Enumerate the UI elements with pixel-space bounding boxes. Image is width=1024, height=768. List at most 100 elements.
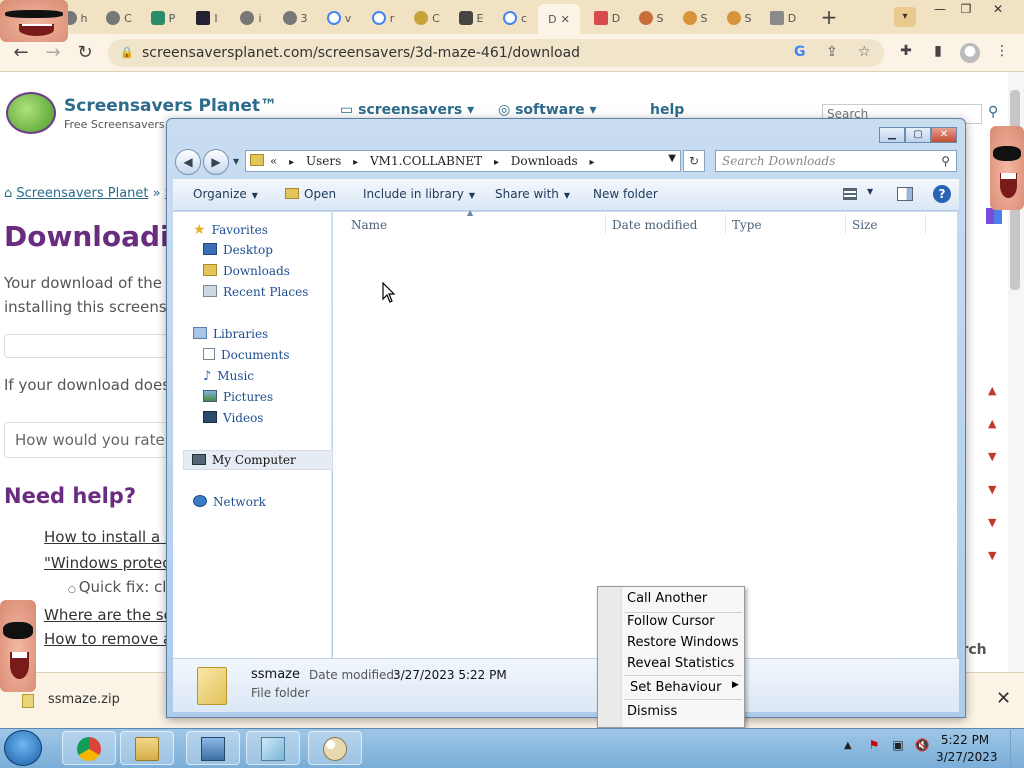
browser-tab-active[interactable]: D ✕ xyxy=(538,4,580,34)
forward-icon[interactable]: ▶ xyxy=(203,149,229,175)
forward-icon[interactable]: → xyxy=(40,41,66,65)
close-tab-icon[interactable]: ✕ xyxy=(561,13,570,26)
browser-tab[interactable]: P xyxy=(144,6,182,30)
nav-help[interactable]: help xyxy=(650,102,684,118)
browser-tab[interactable]: E xyxy=(452,6,490,30)
clock-time[interactable]: 5:22 PM xyxy=(936,733,994,747)
show-desktop-button[interactable] xyxy=(1010,728,1024,768)
profile-icon[interactable]: ● xyxy=(960,43,980,63)
nav-recent-places[interactable]: Recent Places xyxy=(203,285,308,299)
bookmark-star-icon[interactable]: ☆ xyxy=(858,44,871,60)
include-in-library-button[interactable]: Include in library ▼ xyxy=(363,187,475,201)
browser-tab[interactable]: D xyxy=(764,6,802,30)
breadcrumb-item[interactable]: VM1.COLLABNET xyxy=(370,154,482,168)
column-divider[interactable] xyxy=(725,214,726,234)
new-tab-button[interactable]: + xyxy=(818,6,840,28)
minimize-icon[interactable]: ▁ xyxy=(879,127,905,143)
column-divider[interactable] xyxy=(925,214,926,234)
help-link[interactable]: Where are the sc xyxy=(44,606,172,624)
site-brand-name[interactable]: Screensavers Planet™ xyxy=(64,96,277,116)
arrow-down-icon[interactable]: ▼ xyxy=(988,450,996,463)
chevron-down-icon[interactable]: ▼ xyxy=(867,187,873,196)
refresh-icon[interactable]: ↻ xyxy=(683,150,705,172)
action-center-icon[interactable]: ⚑ xyxy=(866,738,882,754)
breadcrumb-home-link[interactable]: Screensavers Planet xyxy=(16,186,148,201)
chevron-right-icon[interactable]: ▸ xyxy=(353,157,358,168)
nav-pictures[interactable]: Pictures xyxy=(203,390,273,404)
maximize-icon[interactable]: ▢ xyxy=(905,127,931,143)
show-hidden-icons-icon[interactable]: ▲ xyxy=(844,740,852,751)
browser-tab[interactable]: r xyxy=(364,6,402,30)
arrow-down-icon[interactable]: ▼ xyxy=(988,516,996,529)
nav-network[interactable]: Network xyxy=(193,495,266,509)
mascot-face[interactable] xyxy=(990,126,1024,210)
side-panel-icon[interactable]: ▮ xyxy=(928,43,948,63)
mascot-face[interactable] xyxy=(0,0,68,42)
breadcrumb-item[interactable]: Downloads xyxy=(511,154,578,168)
close-shelf-icon[interactable]: ✕ xyxy=(996,688,1011,709)
search-input[interactable]: Search Downloads ⚲ xyxy=(715,150,957,172)
restore-icon[interactable]: ❐ xyxy=(954,2,978,16)
back-icon[interactable]: ← xyxy=(8,41,34,65)
menu-item-set-behaviour[interactable]: Set Behaviour xyxy=(630,680,721,695)
preview-pane-icon[interactable] xyxy=(897,187,913,201)
taskbar-notepad[interactable] xyxy=(246,731,300,765)
column-divider[interactable] xyxy=(605,214,606,234)
browser-tab[interactable]: S xyxy=(632,6,670,30)
download-item[interactable]: ssmaze.zip xyxy=(48,692,120,707)
chevron-down-icon[interactable]: ▼ xyxy=(233,157,239,166)
open-button[interactable]: Open xyxy=(285,187,336,201)
search-icon[interactable]: ⚲ xyxy=(988,104,998,120)
reload-icon[interactable]: ↻ xyxy=(72,41,98,65)
arrow-up-icon[interactable]: ▲ xyxy=(988,417,996,430)
browser-tab[interactable]: S xyxy=(720,6,758,30)
network-tray-icon[interactable]: ▣ xyxy=(890,738,906,754)
address-bar[interactable]: 🔒 screensaversplanet.com/screensavers/3d… xyxy=(108,39,884,67)
organize-button[interactable]: Organize ▼ xyxy=(193,187,258,201)
browser-tab[interactable]: i xyxy=(232,6,270,30)
taskbar-control-panel[interactable] xyxy=(186,731,240,765)
view-options-icon[interactable] xyxy=(843,188,857,200)
share-icon[interactable]: ⇪ xyxy=(826,44,838,60)
nav-software[interactable]: ◎ software ▾ xyxy=(498,102,597,118)
menu-item-dismiss[interactable]: Dismiss xyxy=(627,704,677,719)
chevron-down-icon[interactable]: ▼ xyxy=(668,153,676,164)
help-icon[interactable]: ? xyxy=(933,185,951,203)
new-folder-button[interactable]: New folder xyxy=(593,187,658,201)
close-icon[interactable]: ✕ xyxy=(986,2,1010,16)
column-header-name[interactable]: Name xyxy=(351,218,387,232)
nav-music[interactable]: ♪ Music xyxy=(203,369,254,384)
nav-downloads[interactable]: Downloads xyxy=(203,264,290,278)
volume-muted-icon[interactable]: 🔇 xyxy=(914,738,930,754)
breadcrumb-item[interactable]: Users xyxy=(306,154,341,168)
taskbar-chrome[interactable] xyxy=(62,731,116,765)
column-divider[interactable] xyxy=(845,214,846,234)
help-link[interactable]: How to install a s xyxy=(44,528,173,546)
browser-tab[interactable]: C xyxy=(408,6,446,30)
clock-date[interactable]: 3/27/2023 xyxy=(936,750,998,764)
taskbar-paint[interactable] xyxy=(308,731,362,765)
nav-screensavers[interactable]: ▭ screensavers ▾ xyxy=(340,102,474,118)
browser-tab[interactable]: D xyxy=(588,6,626,30)
menu-item-restore-windows[interactable]: Restore Windows xyxy=(627,635,739,650)
google-lens-icon[interactable]: G xyxy=(794,44,806,60)
arrow-down-icon[interactable]: ▼ xyxy=(988,483,996,496)
arrow-up-icon[interactable]: ▲ xyxy=(988,384,996,397)
menu-item-reveal-statistics[interactable]: Reveal Statistics xyxy=(627,656,734,671)
menu-item-follow-cursor[interactable]: Follow Cursor xyxy=(627,614,715,629)
menu-item-call-another[interactable]: Call Another xyxy=(627,591,707,606)
chevron-right-icon[interactable]: ▸ xyxy=(590,157,595,168)
tab-search-icon[interactable]: ▾ xyxy=(894,7,916,27)
arrow-down-icon[interactable]: ▼ xyxy=(988,549,996,562)
browser-tab[interactable]: C xyxy=(100,6,138,30)
browser-tab[interactable]: 3 xyxy=(276,6,314,30)
browser-tab[interactable]: c xyxy=(496,6,534,30)
nav-my-computer[interactable]: My Computer xyxy=(183,450,333,470)
close-icon[interactable]: ✕ xyxy=(931,127,957,143)
minimize-icon[interactable]: — xyxy=(928,2,952,16)
column-header-date-modified[interactable]: Date modified xyxy=(612,218,697,232)
rating-select[interactable]: How would you rate t xyxy=(4,422,184,458)
menu-icon[interactable]: ⋮ xyxy=(992,43,1012,63)
nav-libraries[interactable]: Libraries xyxy=(193,327,268,341)
chevron-right-icon[interactable]: ▸ xyxy=(494,157,499,168)
